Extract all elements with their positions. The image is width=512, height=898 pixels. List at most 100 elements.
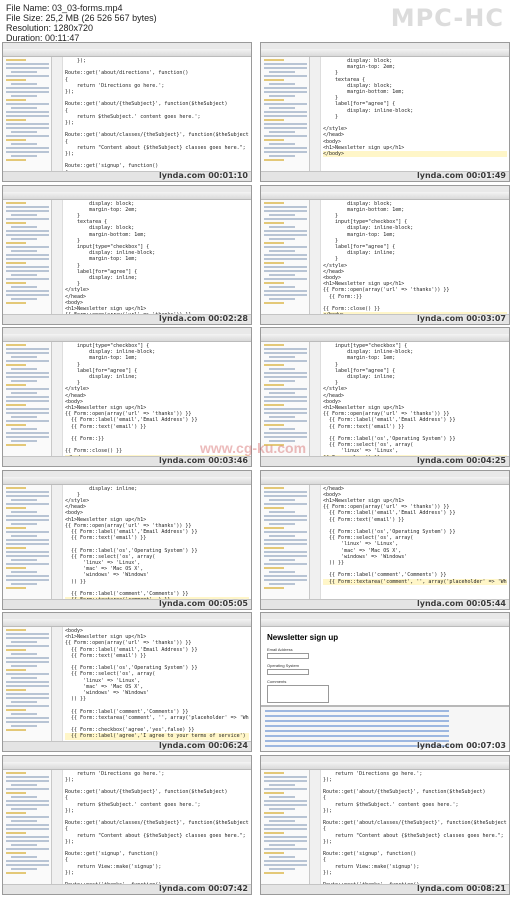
video-thumbnail[interactable]: Aptana Studio 3FileEditSourceNavigateSea… — [260, 754, 510, 895]
video-thumbnail[interactable]: Aptana Studio 3FileEditSourceNavigateSea… — [2, 42, 252, 182]
code-text: <body> <h1>Newsletter sign up</h1>{{ Form… — [65, 628, 249, 741]
video-thumbnail[interactable]: Aptana Studio 3FileEditSourceNavigateSea… — [260, 42, 510, 182]
code-editor[interactable]: display: block; margin-bottom: 1em; } in… — [310, 199, 509, 314]
form-field[interactable] — [267, 653, 309, 659]
video-thumbnail[interactable]: Aptana Studio 3FileEditSourceNavigateSea… — [2, 612, 252, 752]
code-text: display: block; margin-bottom: 1em; } in… — [323, 201, 507, 314]
video-thumbnail[interactable]: Aptana Studio 3FileEditSourceNavigateSea… — [260, 469, 510, 610]
timestamp: lynda.com 00:01:10 — [159, 171, 248, 180]
video-thumbnail[interactable]: Aptana Studio 3FileEditSourceNavigateSea… — [2, 754, 252, 895]
toolbar — [261, 476, 509, 490]
code-text: }); Route::get('about/directions', funct… — [65, 58, 249, 171]
project-explorer — [3, 199, 52, 314]
video-thumbnail[interactable]: Aptana Studio 3FileEditSourceNavigateSea… — [2, 469, 252, 610]
timestamp: lynda.com 00:02:28 — [159, 313, 248, 323]
code-editor[interactable]: display: block; margin-top: 2em; } texta… — [310, 57, 509, 171]
code-editor[interactable]: return 'Directions go here.';}); Route::… — [52, 769, 251, 884]
project-explorer — [3, 769, 52, 884]
timestamp: lynda.com 00:05:44 — [417, 598, 506, 608]
code-line: {{ Form::textarea('comment', '', array('… — [71, 714, 249, 721]
line-gutter — [310, 769, 321, 884]
code-text: </head> <body> <h1>Newsletter sign up</h1>… — [323, 486, 507, 599]
form-label: Operating System — [267, 663, 300, 668]
project-explorer — [261, 57, 310, 171]
project-explorer — [261, 199, 310, 314]
code-line: Route::get('about/{theSubject}', functio… — [65, 789, 228, 796]
project-explorer — [3, 627, 52, 741]
code-line: {{ Form::label('agree','I agree to your … — [65, 733, 249, 740]
code-editor[interactable]: input[type="checkbox"] { display: inline… — [52, 342, 251, 456]
code-text: input[type="checkbox"] { display: inline… — [323, 343, 507, 456]
code-editor[interactable]: display: inline; } </style> </head> <body> <… — [52, 484, 251, 599]
line-gutter — [310, 57, 321, 171]
code-text: display: block; margin-top: 2em; } texta… — [323, 58, 507, 171]
form-field[interactable] — [267, 685, 329, 703]
code-editor[interactable]: }); Route::get('about/directions', funct… — [52, 57, 251, 171]
code-line: Route::get('about/{theSubject}', functio… — [65, 101, 228, 108]
toolbar — [3, 619, 251, 632]
timestamp: lynda.com 00:05:05 — [159, 598, 248, 608]
code-line: Route::get('about/classes/{theSubject}',… — [323, 820, 507, 827]
timestamp: lynda.com 00:03:07 — [417, 313, 506, 323]
toolbar — [261, 619, 509, 632]
watermark: www.cg-ku.com — [200, 440, 307, 456]
code-editor[interactable]: display: block; margin-top: 2em; } texta… — [52, 199, 251, 314]
code-line: {{ Form::textarea('comment', '', array('… — [323, 578, 507, 585]
file-metadata: File Name: 03_03-forms.mp4 File Size: 25… — [6, 3, 157, 43]
code-editor[interactable]: </head> <body> <h1>Newsletter sign up</h1>… — [310, 484, 509, 599]
browser-content: Newsletter sign up Email Address Operating… — [261, 627, 509, 751]
code-editor[interactable]: input[type="checkbox"] { display: inline… — [310, 342, 509, 456]
project-explorer — [261, 342, 310, 456]
video-thumbnail[interactable]: Aptana Studio 3FileEditSourceNavigateSea… — [2, 184, 252, 325]
file-size: File Size: 25,2 MB (26 526 567 bytes) — [6, 13, 157, 23]
code-text: return 'Directions go here.';}); Route::… — [323, 771, 507, 884]
toolbar — [3, 191, 251, 205]
video-thumbnail[interactable]: Aptana Studio 3FileEditSourceNavigateSea… — [260, 184, 510, 325]
resolution: Resolution: 1280x720 — [6, 23, 94, 33]
line-gutter — [310, 199, 321, 314]
toolbar — [3, 476, 251, 490]
project-explorer — [3, 57, 52, 171]
toolbar — [261, 49, 509, 62]
code-line: Route::get('about/classes/{theSubject}',… — [65, 132, 249, 139]
timestamp: lynda.com 00:03:46 — [159, 456, 248, 465]
line-gutter — [52, 342, 63, 456]
timestamp: lynda.com 00:04:25 — [417, 456, 506, 465]
line-gutter — [52, 199, 63, 314]
line-gutter — [52, 484, 63, 599]
project-explorer — [261, 769, 310, 884]
toolbar — [261, 334, 509, 347]
toolbar — [3, 49, 251, 62]
line-gutter — [52, 627, 63, 741]
line-gutter — [310, 484, 321, 599]
project-explorer — [3, 342, 52, 456]
project-explorer — [3, 484, 52, 599]
form-label: Comments — [267, 679, 287, 684]
line-gutter — [52, 57, 63, 171]
toolbar — [261, 191, 509, 205]
code-line: return "Content about {$theSubject} clas… — [323, 832, 504, 839]
timestamp: lynda.com 00:08:21 — [417, 883, 506, 893]
timestamp: lynda.com 00:07:42 — [159, 883, 248, 893]
code-line: return "Content about {$theSubject} clas… — [65, 832, 246, 839]
code-text: return 'Directions go here.';}); Route::… — [65, 771, 249, 884]
code-text: display: block; margin-top: 2em; } texta… — [65, 201, 249, 314]
code-line: </body> — [323, 151, 507, 158]
line-gutter — [310, 342, 321, 456]
code-line: Route::get('about/{theSubject}', functio… — [323, 789, 486, 796]
timestamp: lynda.com 00:01:49 — [417, 171, 506, 180]
code-editor[interactable]: <body> <h1>Newsletter sign up</h1>{{ Form… — [52, 627, 251, 741]
toolbar — [3, 761, 251, 775]
mpc-hc-logo: MPC-HC — [390, 4, 504, 32]
timestamp: lynda.com 00:07:03 — [417, 741, 506, 750]
code-line: Route::get('about/classes/{theSubject}',… — [65, 820, 249, 827]
code-editor[interactable]: return 'Directions go here.';}); Route::… — [310, 769, 509, 884]
toolbar — [261, 761, 509, 775]
form-field[interactable] — [267, 669, 309, 675]
line-gutter — [52, 769, 63, 884]
code-line: return "Content about {$theSubject} clas… — [65, 144, 246, 151]
toolbar — [3, 334, 251, 347]
file-name: File Name: 03_03-forms.mp4 — [6, 3, 123, 13]
file-info-header: File Name: 03_03-forms.mp4 File Size: 25… — [0, 0, 512, 44]
video-thumbnail[interactable]: Aptana Studio 3FileEditSourceNavigateSea… — [260, 612, 510, 752]
